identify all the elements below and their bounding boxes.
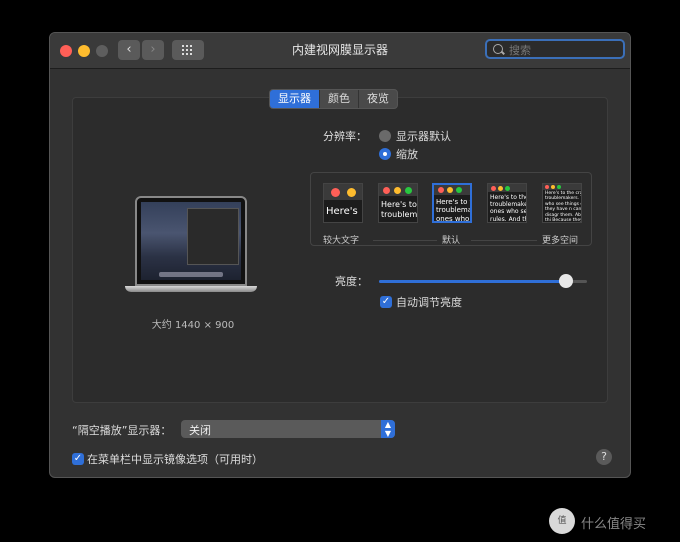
brightness-fill [379,280,567,283]
search-placeholder: 搜索 [509,44,531,57]
radio-scaled[interactable] [379,148,391,160]
scale-option-larger-text[interactable]: Here's [323,183,363,223]
grid-icon [182,45,194,55]
airplay-value: 关闭 [189,424,211,437]
tab-night-shift[interactable]: 夜览 [358,90,397,108]
radio-default[interactable] [379,130,391,142]
system-preferences-window: ‹ › 内建视网膜显示器 搜索 大约 1440 × 900 显示器 颜色 夜览 … [49,32,631,478]
watermark-logo: 值 [549,508,575,534]
laptop-image [125,196,257,300]
chevron-right-icon: › [150,42,156,57]
close-button[interactable] [60,45,72,57]
minimize-button[interactable] [78,45,90,57]
chevron-left-icon: ‹ [126,42,132,57]
airplay-label: “隔空播放”显示器： [72,424,172,437]
watermark-text: 什么值得买 [581,517,647,532]
resolution-label: 分辨率： [323,130,367,143]
search-icon [493,44,503,54]
chevron-updown-icon: ▲ ▼ [381,420,395,438]
scale-options: Here's Here's to troublem Here's to t tr… [310,172,592,246]
back-button[interactable]: ‹ [118,40,140,60]
search-field[interactable]: 搜索 [485,39,625,59]
scale-label-larger-text: 较大文字 [323,236,360,246]
radio-default-label[interactable]: 显示器默认 [396,128,451,144]
auto-brightness-label[interactable]: 自动调节亮度 [396,294,462,310]
resolution-caption: 大约 1440 × 900 [151,320,235,331]
scale-option-default[interactable]: Here's to t troublema ones who [432,183,472,223]
show-all-button[interactable] [172,40,204,60]
watermark: 值 什么值得买 [545,506,675,536]
brightness-label: 亮度： [335,275,368,288]
scale-label-more-space: 更多空间 [542,236,579,246]
title-bar: ‹ › 内建视网膜显示器 搜索 [50,33,630,69]
tab-color[interactable]: 颜色 [319,90,358,108]
brightness-slider[interactable] [379,274,587,288]
mirroring-checkbox[interactable]: ✓ [72,453,84,465]
auto-brightness-checkbox[interactable]: ✓ [380,296,392,308]
radio-scaled-label[interactable]: 缩放 [396,146,418,162]
zoom-button[interactable] [96,45,108,57]
scale-label-default: 默认 [442,236,461,246]
tab-bar: 显示器 颜色 夜览 [269,89,398,109]
tab-display[interactable]: 显示器 [270,90,319,108]
forward-button[interactable]: › [142,40,164,60]
scale-option-4[interactable]: Here's to the c troublemakers. ones who … [487,183,527,223]
mirroring-label[interactable]: 在菜单栏中显示镜像选项（可用时） [87,451,263,467]
airplay-select[interactable]: 关闭 ▲ ▼ [181,420,395,438]
scale-option-2[interactable]: Here's to troublem [378,183,418,223]
scale-option-more-space[interactable]: Here's to the crazy one troublemakers. T… [542,183,582,223]
help-button[interactable]: ? [596,449,612,465]
window-title: 内建视网膜显示器 [291,43,388,57]
